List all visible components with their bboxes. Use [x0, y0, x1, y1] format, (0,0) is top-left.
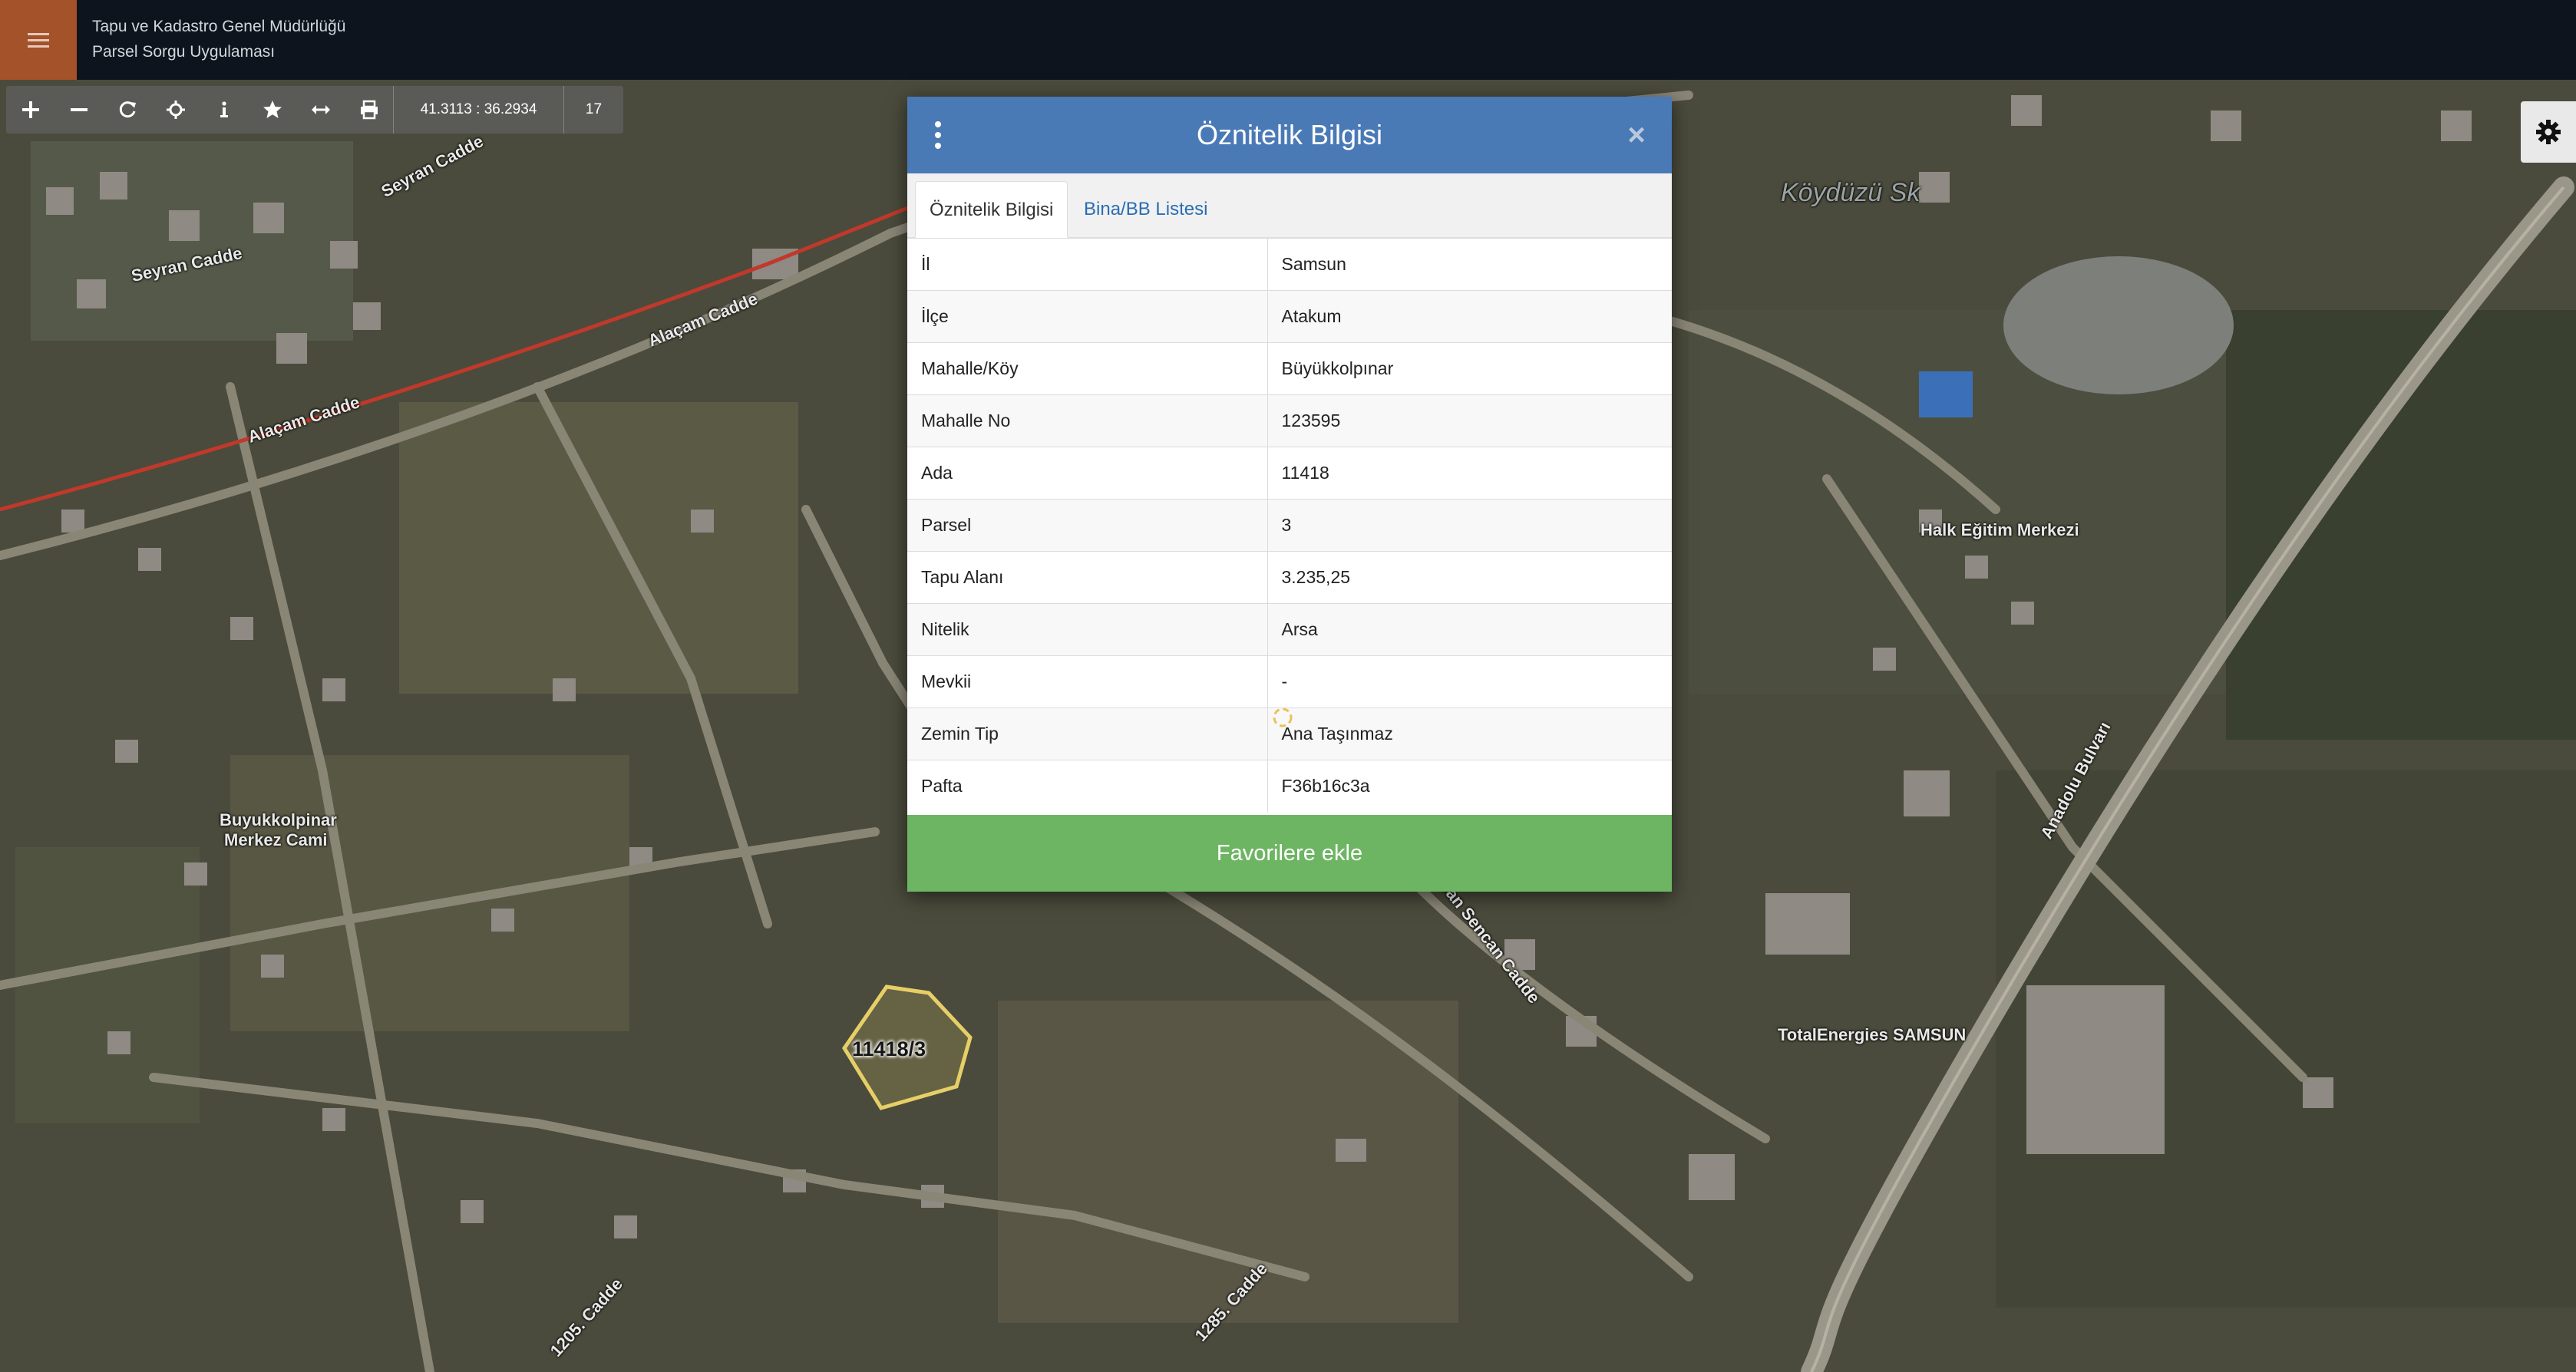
row-key: Mevkii — [907, 655, 1268, 708]
row-key: Mahalle No — [907, 394, 1268, 447]
tab-attribute-info[interactable]: Öznitelik Bilgisi — [915, 181, 1068, 238]
row-key: İl — [907, 238, 1268, 291]
info-button[interactable] — [200, 86, 248, 134]
favorites-button[interactable] — [248, 86, 296, 134]
print-button[interactable] — [345, 86, 393, 134]
zoom-out-button[interactable] — [54, 86, 103, 134]
table-row: Tapu Alanı 3.235,25 — [907, 551, 1672, 604]
row-key: İlçe — [907, 290, 1268, 343]
measure-icon — [311, 105, 330, 114]
row-value: 11418 — [1267, 447, 1672, 500]
dialog-tabs: Öznitelik Bilgisi Bina/BB Listesi — [907, 173, 1672, 238]
map-label-station: TotalEnergies SAMSUN — [1778, 1025, 1967, 1044]
table-row: Nitelik Arsa — [907, 603, 1672, 656]
map-toolbar: 41.3113 : 36.2934 17 — [6, 86, 623, 134]
coordinate-readout: 41.3113 : 36.2934 — [393, 86, 563, 134]
table-row: Mahalle/Köy Büyükkolpınar — [907, 342, 1672, 395]
row-value: Atakum — [1267, 290, 1672, 343]
org-name: Tapu ve Kadastro Genel Müdürlüğü — [92, 18, 346, 35]
gear-icon — [2536, 120, 2561, 144]
refresh-icon — [119, 101, 136, 118]
zoom-out-icon — [70, 108, 88, 111]
row-value: 123595 — [1267, 394, 1672, 447]
table-row: İlçe Atakum — [907, 290, 1672, 343]
zoom-in-icon — [21, 101, 39, 118]
row-key: Ada — [907, 447, 1268, 500]
map-label-school: Halk Eğitim Merkezi — [1920, 520, 2079, 539]
table-row: İl Samsun — [907, 238, 1672, 291]
row-key: Zemin Tip — [907, 707, 1268, 760]
dialog-title: Öznitelik Bilgisi — [1196, 119, 1383, 150]
row-key: Mahalle/Köy — [907, 342, 1268, 395]
row-key: Tapu Alanı — [907, 551, 1268, 604]
menu-button[interactable] — [0, 0, 77, 80]
table-row: Mevkii - — [907, 655, 1672, 708]
locate-button[interactable] — [151, 86, 200, 134]
row-key: Pafta — [907, 760, 1268, 813]
refresh-button[interactable] — [103, 86, 151, 134]
dialog-header: Öznitelik Bilgisi × — [907, 97, 1672, 173]
zoom-level-readout: 17 — [563, 86, 623, 134]
map-label-mosque-2: Merkez Cami — [224, 830, 328, 849]
app-header: Tapu ve Kadastro Genel Müdürlüğü Parsel … — [0, 0, 2576, 80]
print-icon — [360, 100, 378, 120]
attribute-dialog: Öznitelik Bilgisi × Öznitelik Bilgisi Bi… — [907, 97, 1672, 892]
table-row: Ada 11418 — [907, 447, 1672, 500]
locate-icon — [166, 101, 185, 119]
map-label-street-koy: Köydüzü Sk — [1781, 178, 1920, 207]
row-value: 3.235,25 — [1267, 551, 1672, 604]
header-titles: Tapu ve Kadastro Genel Müdürlüğü Parsel … — [92, 14, 345, 64]
parcel-label[interactable]: 11418/3 — [852, 1037, 926, 1061]
table-row: Mahalle No 123595 — [907, 394, 1672, 447]
add-to-favorites-button[interactable]: Favorilere ekle — [907, 815, 1672, 892]
row-value: Büyükkolpınar — [1267, 342, 1672, 395]
star-icon — [263, 101, 282, 118]
map-label-mosque-1: Buyukkolpinar — [220, 810, 337, 829]
app-name: Parsel Sorgu Uygulaması — [92, 43, 276, 61]
table-row: Pafta F36b16c3a — [907, 760, 1672, 813]
zoom-in-button[interactable] — [6, 86, 54, 134]
row-key: Nitelik — [907, 603, 1268, 656]
settings-button[interactable] — [2521, 101, 2576, 163]
hamburger-icon — [28, 33, 49, 48]
table-row: Parsel 3 — [907, 499, 1672, 552]
close-button[interactable]: × — [1621, 120, 1652, 150]
row-value: - — [1267, 655, 1672, 708]
measure-button[interactable] — [296, 86, 345, 134]
row-value: Arsa — [1267, 603, 1672, 656]
info-icon — [220, 101, 228, 117]
row-value: Ana Taşınmaz — [1267, 707, 1672, 760]
tab-building-list[interactable]: Bina/BB Listesi — [1070, 181, 1221, 238]
row-value: F36b16c3a — [1267, 760, 1672, 813]
row-key: Parsel — [907, 499, 1268, 552]
loading-spinner-icon — [1273, 707, 1293, 727]
row-value: Samsun — [1267, 238, 1672, 291]
row-value: 3 — [1267, 499, 1672, 552]
